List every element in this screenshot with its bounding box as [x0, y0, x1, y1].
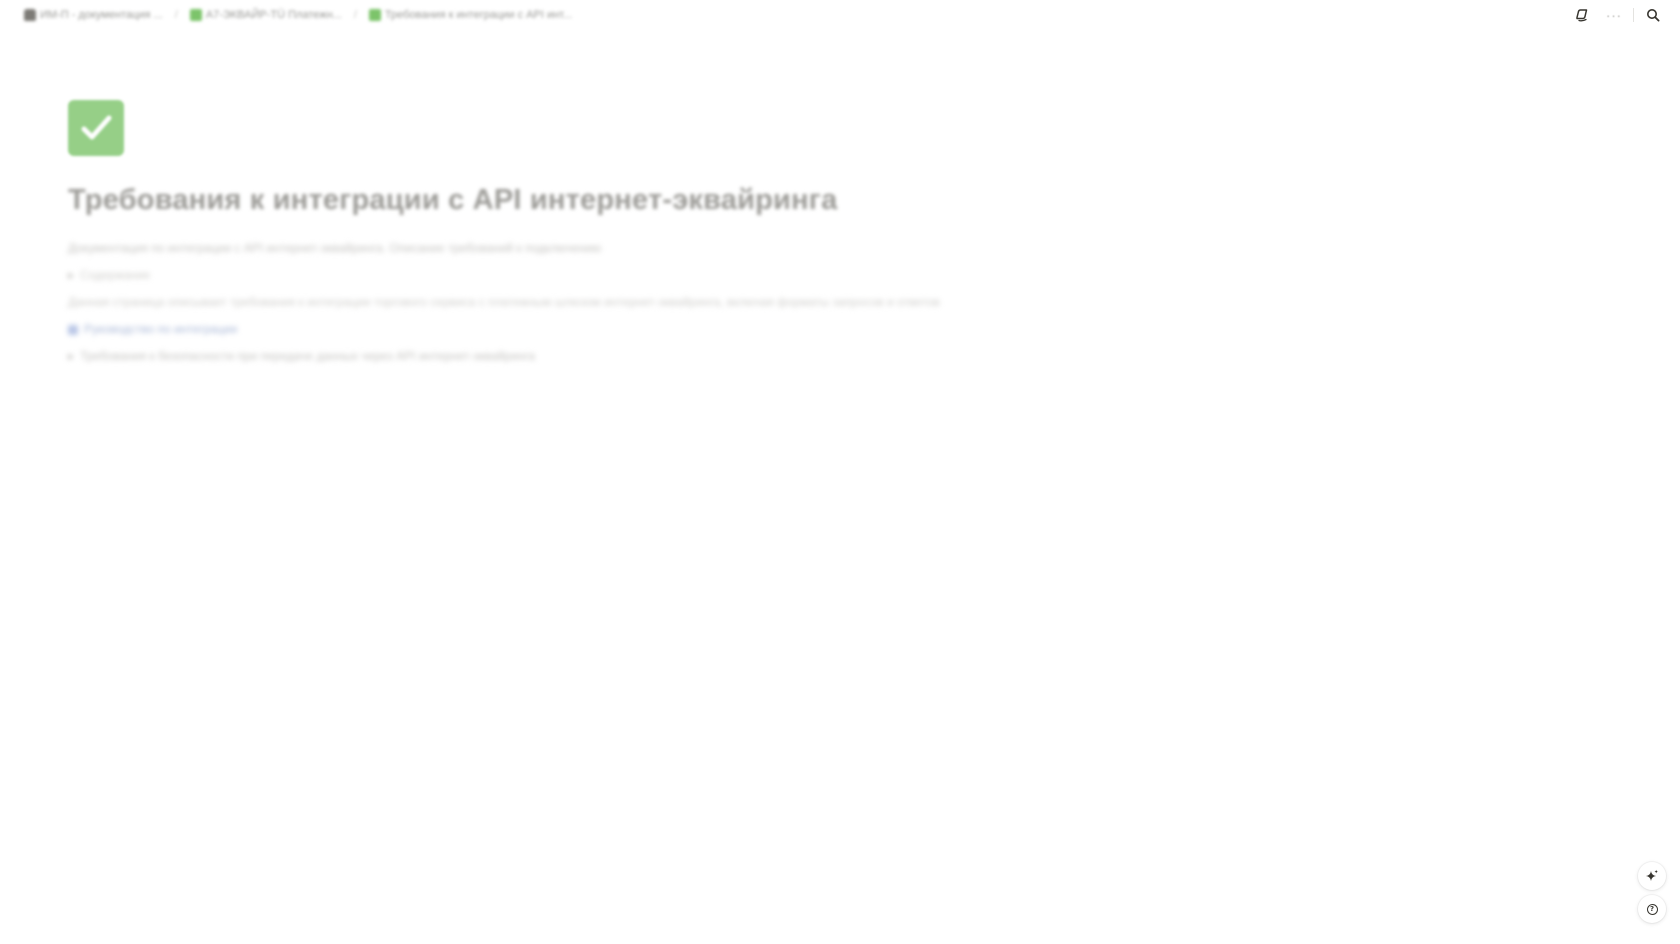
help-icon: ?: [1646, 903, 1658, 915]
page-content: Требования к интеграции с API интернет-э…: [68, 100, 1108, 376]
link-item[interactable]: Руководство по интеграции: [68, 322, 1108, 338]
more-options-button[interactable]: ···: [1601, 3, 1627, 27]
check-box-icon: [368, 9, 381, 21]
breadcrumb: ИМ-П - документация ... / A7-ЭКВАЙР-TÜ П…: [20, 7, 576, 23]
breadcrumb-separator: /: [174, 9, 178, 21]
sync-button[interactable]: [1569, 3, 1595, 27]
breadcrumb-item-current[interactable]: Требования к интеграции с API инт...: [365, 7, 576, 23]
toggle-arrow-icon: ▸: [68, 268, 75, 282]
more-icon: ···: [1606, 7, 1622, 23]
intro-paragraph: Документация по интеграции с API интерне…: [68, 241, 602, 255]
breadcrumb-label: ИМ-П - документация ...: [40, 9, 163, 21]
page-title[interactable]: Требования к интеграции с API интернет-э…: [68, 184, 1108, 217]
divider: [1633, 8, 1634, 22]
lock-icon: [24, 9, 36, 21]
breadcrumb-item-parent[interactable]: A7-ЭКВАЙР-TÜ Платежн...: [186, 7, 346, 23]
page-icon[interactable]: [68, 100, 124, 156]
breadcrumb-label: A7-ЭКВАЙР-TÜ Платежн...: [205, 9, 342, 21]
toggle-security[interactable]: ▸ Требования к безопасности при передаче …: [68, 349, 1108, 365]
breadcrumb-item-workspace[interactable]: ИМ-П - документация ...: [20, 7, 167, 23]
link-label: Руководство по интеграции: [84, 322, 238, 336]
check-box-icon: [189, 9, 202, 21]
top-actions: ···: [1569, 3, 1666, 27]
page-link-icon: [68, 324, 78, 335]
search-icon: [1647, 9, 1660, 22]
breadcrumb-label: Требования к интеграции с API инт...: [384, 9, 573, 21]
search-button[interactable]: [1640, 3, 1666, 27]
toggle-label: Содержание: [80, 268, 151, 282]
breadcrumb-separator: /: [353, 9, 357, 21]
ai-assistant-button[interactable]: [1638, 862, 1666, 890]
check-box-icon: [81, 115, 112, 140]
toggle-label: Требования к безопасности при передаче д…: [80, 349, 536, 363]
sparkle-icon: [1646, 869, 1658, 881]
toggle-arrow-icon: ▸: [68, 349, 75, 363]
page-body: Документация по интеграции с API интерне…: [68, 241, 1108, 365]
top-bar: ИМ-П - документация ... / A7-ЭКВАЙР-TÜ П…: [0, 0, 1680, 30]
sync-icon: [1576, 9, 1588, 22]
description-paragraph: Данная страница описывает требования к и…: [68, 295, 940, 309]
toggle-contents[interactable]: ▸ Содержание: [68, 268, 1108, 284]
help-button[interactable]: ?: [1638, 895, 1666, 923]
